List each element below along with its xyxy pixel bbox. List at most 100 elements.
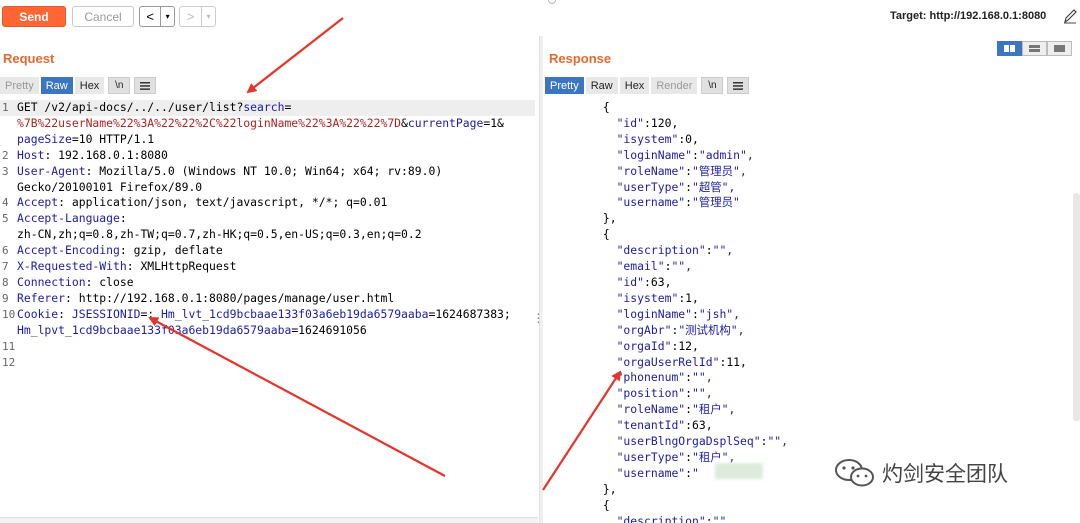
forward-dropdown-icon[interactable]: ▾ xyxy=(202,7,215,26)
response-line: "email":"", xyxy=(616,259,693,274)
tab-response-pretty[interactable]: Pretty xyxy=(545,77,584,94)
json-value: "" xyxy=(712,513,727,523)
response-line: { xyxy=(548,100,610,114)
layout-stacked-icon[interactable] xyxy=(1022,41,1047,56)
request-line: Gecko/20100101 Firefox/89.0 xyxy=(0,180,535,196)
header-value: : XMLHttpRequest xyxy=(126,259,237,274)
request-editor[interactable]: 1 GET /v2/api-docs/../../user/list?search… xyxy=(0,100,535,370)
header-value: = xyxy=(284,100,292,114)
back-dropdown-icon[interactable]: ▾ xyxy=(161,7,174,26)
forward-nav-group[interactable]: > ▾ xyxy=(179,6,216,27)
json-key: "isystem" xyxy=(616,131,679,146)
request-line: 9 Referer: http://192.168.0.1:8080/pages/… xyxy=(0,291,535,307)
response-scrollbar[interactable] xyxy=(1073,193,1080,421)
request-line: pageSize=10 HTTP/1.1 xyxy=(0,132,535,148)
line-number: 11 xyxy=(2,339,16,353)
header-key: Host xyxy=(17,147,45,162)
header-key: Accept-Encoding xyxy=(17,243,120,258)
request-horizontal-scrollbar[interactable] xyxy=(0,517,538,523)
json-value: 12, xyxy=(678,338,699,353)
tab-request-newline[interactable]: \n xyxy=(108,77,131,94)
tab-request-pretty[interactable]: Pretty xyxy=(0,77,39,94)
response-line: "id":63, xyxy=(616,274,672,289)
json-key: "orgAbr" xyxy=(616,322,672,337)
response-line: "loginName":"jsh", xyxy=(616,306,741,321)
send-button[interactable]: Send xyxy=(2,6,66,27)
line-number: 10 xyxy=(2,307,16,321)
header-key: Accept-Language xyxy=(17,211,120,226)
tab-request-raw[interactable]: Raw xyxy=(40,77,73,94)
line-number: 9 xyxy=(2,291,9,305)
json-key: "userBlngOrgaDsplSeq" xyxy=(616,434,761,449)
header-key: Hm_lvt_1cd9bcbaae133f03a6eb19da6579aaba xyxy=(161,306,429,321)
request-line: 5 Accept-Language: xyxy=(0,211,535,227)
json-value: "管理员" xyxy=(692,195,740,210)
json-key: "loginName" xyxy=(616,147,693,162)
header-key: currentPage xyxy=(407,115,484,130)
request-line: %7B%22userName%22%3A%22%22%2C%22loginNam… xyxy=(0,116,535,132)
line-number: 4 xyxy=(2,196,9,210)
request-line: 2 Host: 192.168.0.1:8080 xyxy=(0,148,535,164)
request-line: 11 xyxy=(0,339,535,355)
request-line: 4 Accept: application/json, text/javascri… xyxy=(0,195,535,211)
header-key: JSESSIONID xyxy=(71,306,141,321)
header-value: zh-CN,zh;q=0.8,zh-TW;q=0.7,zh-HK;q=0.5,e… xyxy=(17,227,422,242)
json-key: "userType" xyxy=(616,449,686,464)
request-line: Hm_lpvt_1cd9bcbaae133f03a6eb19da6579aaba… xyxy=(0,323,535,339)
back-arrow-icon[interactable]: < xyxy=(140,7,162,26)
json-value: "租户", xyxy=(692,449,736,464)
tab-response-newline[interactable]: \n xyxy=(701,77,724,94)
json-key: "orgaUserRelId" xyxy=(616,354,720,369)
response-line: "loginName":"admin", xyxy=(616,147,754,162)
watermark: 灼剑安全团队 xyxy=(834,458,1008,488)
line-number: 1 xyxy=(2,101,9,114)
back-nav-group[interactable]: < ▾ xyxy=(139,6,175,27)
response-line: "id":120, xyxy=(616,115,679,130)
header-key: Cookie xyxy=(17,306,59,321)
wechat-icon xyxy=(835,459,874,487)
line-number: 6 xyxy=(2,244,9,258)
json-key: "description" xyxy=(616,243,706,258)
response-line: "description":"" xyxy=(548,514,1068,523)
request-scroll-handle[interactable]: · · · xyxy=(536,306,541,328)
request-line: 10 Cookie: JSESSIONID=; Hm_lvt_1cd9bcbaae… xyxy=(0,307,535,323)
layout-side-by-side-icon[interactable] xyxy=(997,41,1022,56)
tab-request-hex[interactable]: Hex xyxy=(74,77,105,94)
json-value: 120, xyxy=(650,115,679,130)
request-menu-icon[interactable] xyxy=(134,77,157,94)
request-line: 8 Connection: close xyxy=(0,275,535,291)
line-number: 2 xyxy=(2,148,9,162)
json-key: "position" xyxy=(616,386,686,401)
tab-response-raw[interactable]: Raw xyxy=(585,77,618,94)
json-key: "orgaId" xyxy=(616,338,672,353)
tab-response-render[interactable]: Render xyxy=(651,77,698,94)
json-value: 0, xyxy=(685,131,699,146)
target-label: Target: http://192.168.0.1:8080 xyxy=(890,10,1047,22)
json-value: "测试机构", xyxy=(678,322,745,337)
header-key: Hm_lpvt_1cd9bcbaae133f03a6eb19da6579aaba xyxy=(17,322,292,337)
tab-response-hex[interactable]: Hex xyxy=(619,77,650,94)
header-key: Referer xyxy=(17,290,66,305)
header-value: : 192.168.0.1:8080 xyxy=(44,147,168,162)
pencil-icon[interactable] xyxy=(1062,7,1078,25)
response-line: { xyxy=(548,497,610,512)
layout-toggle[interactable] xyxy=(997,41,1072,56)
response-line: "roleName":"租户", xyxy=(616,402,736,417)
line-number: 3 xyxy=(2,164,9,178)
cancel-button[interactable]: Cancel xyxy=(72,6,134,27)
panel-divider[interactable] xyxy=(539,36,543,523)
json-key: "email" xyxy=(616,259,665,274)
json-key: "isystem" xyxy=(616,290,679,305)
json-value: "", xyxy=(692,386,713,401)
header-value: %7B%22userName%22%3A%22%22%2C%22loginNam… xyxy=(17,115,402,130)
forward-arrow-icon[interactable]: > xyxy=(180,7,202,26)
header-value: =1624687383; xyxy=(428,306,511,321)
header-key: Accept xyxy=(17,195,59,210)
layout-single-icon[interactable] xyxy=(1047,41,1072,56)
header-key: pageSize xyxy=(17,131,72,146)
response-menu-icon[interactable] xyxy=(727,77,750,94)
json-value: " xyxy=(692,465,699,480)
json-value: "租户", xyxy=(692,402,736,417)
header-key: User-Agent xyxy=(17,163,86,178)
request-line: zh-CN,zh;q=0.8,zh-TW;q=0.7,zh-HK;q=0.5,e… xyxy=(0,227,535,243)
